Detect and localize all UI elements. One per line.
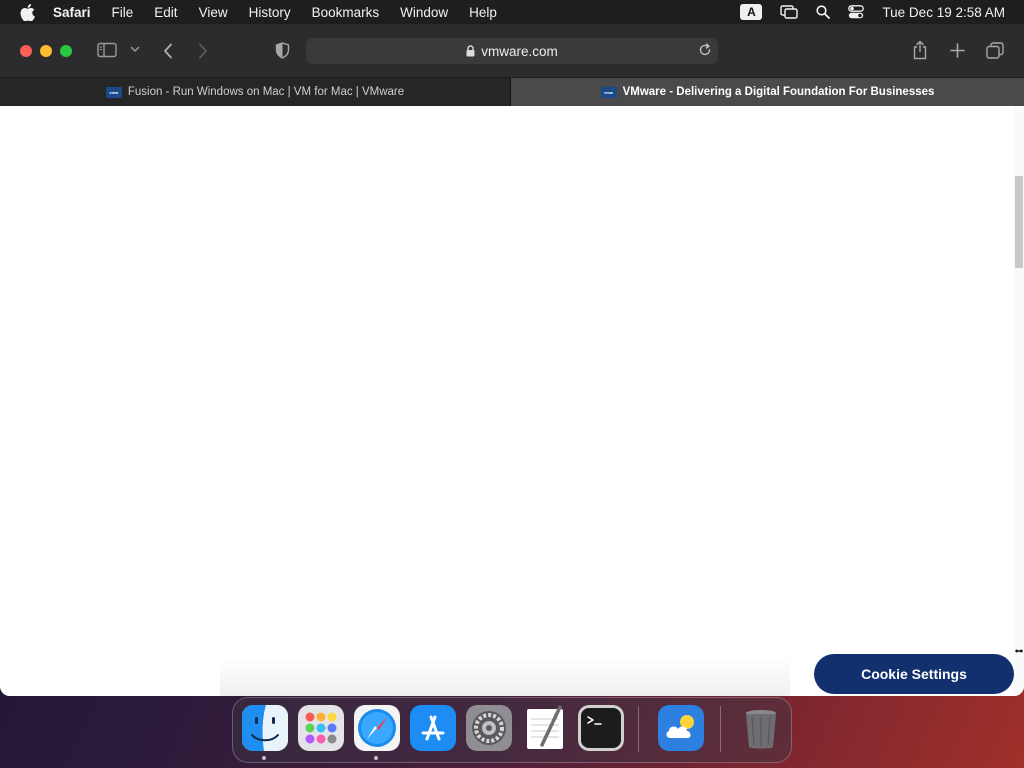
- app-store-app-icon[interactable]: [410, 705, 456, 751]
- textedit-app-icon[interactable]: [522, 705, 568, 751]
- vmware-favicon-icon: vmw: [600, 86, 617, 98]
- finder-running-dot: [262, 756, 266, 760]
- finder-app-icon[interactable]: [242, 705, 288, 751]
- control-center-icon[interactable]: [848, 5, 865, 19]
- tab-vmware-active[interactable]: vmw VMware - Delivering a Digital Founda…: [511, 78, 1024, 106]
- system-preferences-app-icon[interactable]: [466, 705, 512, 751]
- minimize-window-button[interactable]: [40, 45, 52, 57]
- tab-title: Fusion - Run Windows on Mac | VM for Mac…: [127, 86, 405, 98]
- screen-mirroring-icon[interactable]: [780, 5, 799, 19]
- menu-bookmarks[interactable]: Bookmarks: [312, 5, 380, 20]
- dock-separator: [720, 706, 721, 752]
- address-url: vmware.com: [481, 43, 558, 59]
- launchpad-app-icon[interactable]: [298, 705, 344, 751]
- trash-app-icon[interactable]: [738, 705, 784, 751]
- back-arrow-icon[interactable]: [163, 43, 173, 59]
- close-window-button[interactable]: [20, 45, 32, 57]
- menu-file[interactable]: File: [112, 5, 134, 20]
- menu-window[interactable]: Window: [400, 5, 448, 20]
- menu-clock[interactable]: Tue Dec 19 2:58 AM: [882, 5, 1005, 20]
- spotlight-search-icon[interactable]: [816, 5, 831, 19]
- dock: [232, 697, 792, 763]
- safari-window: vmware.com vmw Fusion - Run Windows on M…: [0, 24, 1024, 696]
- menu-edit[interactable]: Edit: [154, 5, 177, 20]
- safari-toolbar: vmware.com: [0, 24, 1024, 78]
- sidebar-toggle-icon[interactable]: [97, 42, 117, 58]
- privacy-shield-icon[interactable]: [275, 42, 290, 59]
- tab-title: VMware - Delivering a Digital Foundation…: [622, 86, 935, 98]
- safari-app-icon[interactable]: [354, 705, 400, 751]
- page-scrollbar-thumb[interactable]: [1015, 176, 1023, 268]
- forward-arrow-icon[interactable]: [198, 43, 208, 59]
- apple-menu-icon[interactable]: [19, 3, 35, 21]
- address-bar[interactable]: vmware.com: [306, 38, 718, 64]
- cookie-settings-button[interactable]: Cookie Settings: [814, 654, 1014, 694]
- tab-bar: vmw Fusion - Run Windows on Mac | VM for…: [0, 78, 1024, 106]
- tab-fusion[interactable]: vmw Fusion - Run Windows on Mac | VM for…: [0, 78, 511, 106]
- new-tab-plus-icon[interactable]: [950, 43, 965, 58]
- terminal-app-icon[interactable]: [578, 705, 624, 751]
- menu-bar: Safari File Edit View History Bookmarks …: [0, 0, 1024, 24]
- weather-app-icon[interactable]: [658, 705, 704, 751]
- menu-history[interactable]: History: [249, 5, 291, 20]
- input-source-menu[interactable]: A: [740, 4, 763, 20]
- vmware-favicon-icon: vmw: [105, 86, 122, 98]
- dock-separator: [638, 706, 639, 752]
- menu-help[interactable]: Help: [469, 5, 497, 20]
- reload-icon[interactable]: [698, 43, 712, 57]
- page-footer-shadow: [220, 658, 790, 696]
- menu-app-name[interactable]: Safari: [53, 5, 91, 20]
- menu-view[interactable]: View: [199, 5, 228, 20]
- share-icon[interactable]: [912, 40, 928, 60]
- resize-cursor-icon: [1014, 643, 1024, 655]
- safari-running-dot: [374, 756, 378, 760]
- web-page-content[interactable]: Cookie Settings: [0, 106, 1024, 696]
- zoom-window-button[interactable]: [60, 45, 72, 57]
- tab-group-chevron-down-icon[interactable]: [130, 46, 140, 53]
- input-source-badge: A: [740, 4, 763, 20]
- lock-icon: [466, 45, 475, 57]
- page-scrollbar-track[interactable]: [1014, 106, 1024, 696]
- tab-overview-icon[interactable]: [986, 42, 1004, 59]
